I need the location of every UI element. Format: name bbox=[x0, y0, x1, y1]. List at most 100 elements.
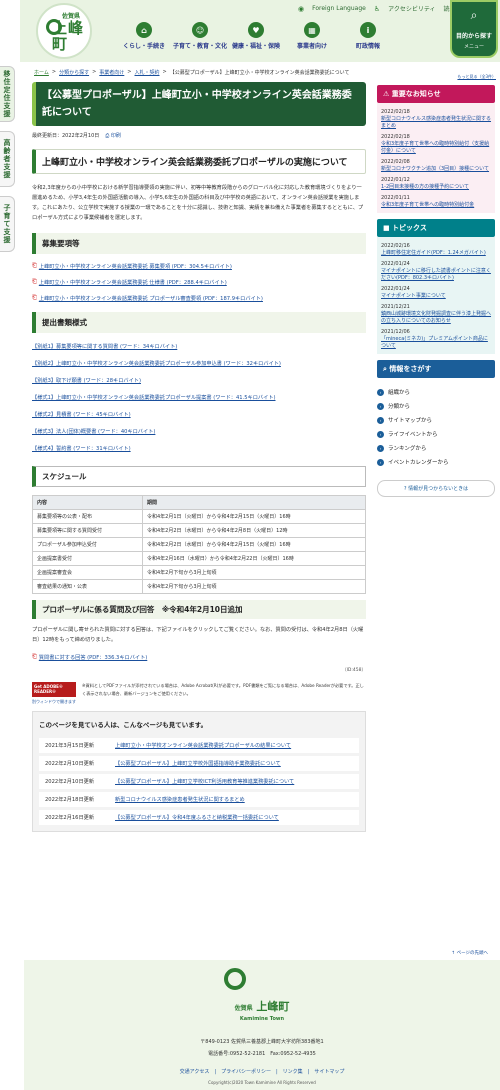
page-meta: 最終更新日：2022年2月10日 ⎙ 印刷 bbox=[32, 132, 366, 139]
pdf-icon: ⎗ bbox=[32, 262, 37, 269]
more-link[interactable]: もっと見る（全3件） bbox=[457, 74, 496, 80]
schedule-table: 内容 期間 募集要項等の公表・配布 令和4年2月1日（火曜日）から令和4年2月15日… bbox=[32, 495, 366, 594]
chevron-right-icon: › bbox=[377, 444, 384, 452]
pdf-link[interactable]: ⎗ 上峰町立小・中学校オンライン英会話業務委託 プロポーザル審査要領 (PDF：1… bbox=[32, 294, 366, 302]
list-item: 2021年3月15日更新 上峰町立小・中学校オンライン英会話業務委託プロポーザルの… bbox=[39, 738, 359, 753]
recruit-heading: 募集要項等 bbox=[32, 233, 366, 254]
global-nav: ⌂ くらし・手続き ☺ 子育て・教育・文化 ♥ 健康・福祉・保険 ▦ 事業者向け i 町政… bbox=[116, 22, 396, 50]
breadcrumb-bid[interactable]: 入札・契約 bbox=[135, 69, 160, 76]
find-by-sitemap[interactable]: › サイトマップから bbox=[377, 416, 495, 424]
alert-icon: ⚠ bbox=[383, 90, 390, 98]
form-link[interactable]: 【別紙2】上峰町立小・中学校オンライン英会話業務委託プロポーザル参加申込書 (ワ… bbox=[32, 360, 366, 367]
gnav-town[interactable]: i 町政情報 bbox=[340, 22, 396, 50]
table-row: 企画提案書受付 令和4年2月16日（水曜日）から令和4年2月22日（火曜日）16時 bbox=[32, 551, 366, 566]
footer-town-name: 佐賀県 上峰町 bbox=[234, 1000, 290, 1013]
house-icon: ⌂ bbox=[136, 22, 152, 38]
topics-list: 2022/02/16 上峰町移住定住ガイド(PDF：1.24メガバイト) 2022… bbox=[377, 237, 495, 354]
forms-heading: 提出書類様式 bbox=[32, 312, 366, 333]
gnav-health[interactable]: ♥ 健康・福祉・保険 bbox=[228, 22, 284, 50]
form-link[interactable]: 【別紙1】募集要項等に関する質問書 (ワード：34キロバイト) bbox=[32, 343, 366, 350]
printer-icon: ⎙ bbox=[105, 133, 110, 139]
gnav-education[interactable]: ☺ 子育て・教育・文化 bbox=[172, 22, 228, 50]
form-link[interactable]: 【様式4】誓約書 (ワード：31キロバイト) bbox=[32, 445, 366, 452]
town-emblem-icon bbox=[46, 19, 62, 35]
child-icon: ☺ bbox=[192, 22, 208, 38]
section-heading: 上峰町立小・中学校オンライン英会話業務委託プロポーザルの実施について bbox=[32, 149, 366, 174]
gnav-life[interactable]: ⌂ くらし・手続き bbox=[116, 22, 172, 50]
town-emblem-icon bbox=[224, 968, 246, 990]
accessibility-link[interactable]: アクセシビリティ bbox=[388, 4, 435, 13]
gnav-business[interactable]: ▦ 事業者向け bbox=[284, 22, 340, 50]
list-item: 2022/02/16 上峰町移住定住ガイド(PDF：1.24メガバイト) bbox=[381, 243, 486, 256]
notice-heading: ⚠ 重要なお知らせ bbox=[377, 85, 495, 103]
list-item: 2022年2月10日更新 【公募型プロポーザル】上峰町立学校ICT利活用教育等推進… bbox=[39, 774, 359, 789]
purpose-menu-button[interactable]: ⌕ 目的から探す メニュー bbox=[450, 0, 498, 58]
qa-text: プロポーザルに関し寄せられた質問に対する回答は、下記ファイルをクリックしてご覧く… bbox=[32, 627, 364, 643]
qa-pdf-link[interactable]: ⎗ 質問書に対する回答 (PDF：336.3キロバイト) bbox=[32, 653, 366, 661]
list-item: 2022/01/24 マイナポイント事業について bbox=[381, 286, 446, 299]
form-link[interactable]: 【様式2】見積書 (ワード：45キロバイト) bbox=[32, 411, 366, 418]
chevron-right-icon: › bbox=[377, 416, 384, 424]
chevron-right-icon: › bbox=[377, 458, 384, 466]
site-header: 佐賀県 上峰町 ◉ Foreign Language ♿ アクセシビリティ 読み… bbox=[20, 0, 500, 62]
find-heading: ⌕ 情報をさがす bbox=[377, 360, 495, 378]
form-link[interactable]: 【様式3】法人(団体)概要書 (ワード：40キロバイト) bbox=[32, 428, 366, 435]
find-by-org[interactable]: › 組織から bbox=[377, 388, 495, 396]
breadcrumb-category[interactable]: 分類から探す bbox=[59, 69, 89, 76]
list-item: 2022/02/18 令和3年度子育て世帯への臨時特別給付（支援給付金）について bbox=[381, 134, 490, 154]
list-item: 2022/01/12 1-2回目未接種の方の接種予約について bbox=[381, 177, 470, 190]
side-tabs: 移住定住支援 高齢者支援 子育て支援 bbox=[0, 66, 18, 261]
pdf-link[interactable]: ⎗ 上峰町立小・中学校オンライン英会話業務委託 仕様書 (PDF：288.4キロバ… bbox=[32, 278, 366, 286]
print-button[interactable]: ⎙ 印刷 bbox=[105, 132, 121, 139]
table-row: 審査結果の通知・公表 令和4年2月下旬から3月上旬頃 bbox=[32, 579, 366, 594]
list-item: 2022/02/08 新型コロナワクチン追加（3回目）接種について bbox=[381, 159, 490, 172]
building-icon: ▦ bbox=[304, 22, 320, 38]
page-top-link[interactable]: ↑ ページの先頭へ bbox=[451, 950, 488, 956]
site-logo[interactable]: 佐賀県 上峰町 bbox=[36, 3, 92, 59]
side-tab-migration[interactable]: 移住定住支援 bbox=[0, 66, 15, 122]
adobe-reader-badge[interactable]: Get ADOBE® READER® bbox=[32, 682, 76, 697]
find-by-category[interactable]: › 分類から bbox=[377, 402, 495, 410]
table-row: プロポーザル参加申込受付 令和4年2月2日（水曜日）から令和4年2月15日（火曜日… bbox=[32, 537, 366, 552]
intro-text: 令和2,3年度からの小中学校における新学習指導要領の実施に伴い、初等中等教育段階… bbox=[32, 185, 364, 221]
chevron-right-icon: › bbox=[377, 430, 384, 438]
find-by-ranking[interactable]: › ランキングから bbox=[377, 444, 495, 452]
search-icon: ⌕ bbox=[383, 365, 387, 373]
table-row: 募集要項等に関する質問受付 令和4年2月2日（水曜日）から令和4年2月8日（火曜日… bbox=[32, 523, 366, 538]
notice-list: 2022/02/18 新型コロナウイルス感染症患者発生状況に関するまとめ 2022… bbox=[377, 103, 495, 213]
breadcrumb-current: 【公募型プロポーザル】上峰町立小・中学校オンライン英会話業務委託について bbox=[169, 70, 350, 76]
main-content: 【公募型プロポーザル】上峰町立小・中学校オンライン英会話業務委託について 最終更… bbox=[32, 82, 366, 832]
list-item: 2021/12/06 「mineca(ミネカ)」プレミアムポイント商品について bbox=[381, 329, 488, 349]
page-id: （ID:458） bbox=[342, 668, 366, 673]
new-window-link[interactable]: 別ウィンドウで開きます bbox=[32, 699, 76, 705]
arrow-up-icon: ↑ bbox=[451, 951, 456, 956]
list-item: 2022/02/18 新型コロナウイルス感染症患者発生状況に関するまとめ bbox=[381, 109, 492, 129]
breadcrumb-home[interactable]: ホーム bbox=[34, 69, 49, 76]
pdf-link[interactable]: ⎗ 上峰町立小・中学校オンライン英会話業務委託 募集要項 (PDF：304.5キロ… bbox=[32, 262, 366, 270]
col-period: 期間 bbox=[142, 495, 366, 510]
pdf-icon: ⎗ bbox=[32, 294, 37, 301]
footer-phone: 電話番号:0952-52-2181 Fax:0952-52-4935 bbox=[208, 1051, 316, 1057]
form-link[interactable]: 【様式1】上峰町立小・中学校オンライン英会話業務委託プロポーザル提案書 (ワード… bbox=[32, 394, 366, 401]
footer-links[interactable]: 交通アクセス | プライバシーポリシー | リンク集 | サイトマップ bbox=[24, 1068, 500, 1075]
adobe-reader-notice: Get ADOBE® READER® 別ウィンドウで開きます ※資料としてPDF… bbox=[32, 682, 366, 705]
not-found-button[interactable]: ? 情報が見つからないときは bbox=[377, 480, 495, 497]
breadcrumb-business[interactable]: 事業者向け bbox=[99, 69, 124, 76]
globe-icon: ◉ bbox=[298, 4, 305, 13]
find-by-life-event[interactable]: › ライフイベントから bbox=[377, 430, 495, 438]
breadcrumb: ホーム > 分類から探す > 事業者向け > 入札・契約 > 【公募型プロポーザル】上峰… bbox=[34, 69, 350, 76]
info-icon: i bbox=[360, 22, 376, 38]
table-row: 企画提案審査会 令和4年2月下旬から3月上旬頃 bbox=[32, 565, 366, 580]
topics-heading: ■ トピックス bbox=[377, 219, 495, 237]
form-link[interactable]: 【別紙3】取下げ願書 (ワード：28キロバイト) bbox=[32, 377, 366, 384]
adobe-text: ※資料としてPDFファイルが添付されている場合は、Adobe Acrobat(R… bbox=[82, 683, 364, 696]
foreign-language-link[interactable]: Foreign Language bbox=[312, 5, 366, 12]
accessibility-icon: ♿ bbox=[373, 4, 381, 13]
heart-icon: ♥ bbox=[248, 22, 264, 38]
list-item: 2021/12/21 鎮西山城跡環境文化財発掘調査に伴う漆上発掘への立ち入りについ… bbox=[381, 304, 492, 324]
side-tab-elderly[interactable]: 高齢者支援 bbox=[0, 131, 15, 187]
side-tab-childcare[interactable]: 子育て支援 bbox=[0, 196, 15, 252]
find-by-calendar[interactable]: › イベントカレンダーから bbox=[377, 458, 495, 466]
list-item: 2022/01/11 令和3年度子育て世帯への臨時特別給付金 bbox=[381, 195, 475, 208]
footer-town-en: Kamimine Town bbox=[239, 1016, 285, 1022]
